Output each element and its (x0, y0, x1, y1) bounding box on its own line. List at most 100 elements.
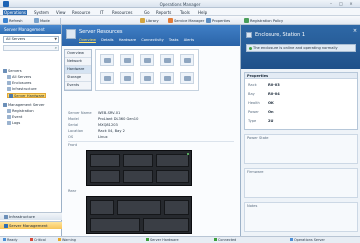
tree-item-servers[interactable]: Servers (3, 69, 22, 74)
properties-panel: Properties Rack R0-03 Bay R0-04 Health OK P… (244, 72, 358, 130)
menu-it[interactable]: IT (100, 10, 104, 15)
prop-value: R0-04 (268, 92, 280, 96)
infrastructure-icon (4, 214, 8, 219)
resource-tile[interactable] (140, 72, 154, 84)
service-icon (168, 17, 173, 23)
server-icon (66, 29, 76, 39)
prop-health: Health OK (248, 100, 274, 106)
menu-system[interactable]: System (34, 10, 49, 15)
close-icon[interactable]: × (352, 28, 358, 34)
resource-tile[interactable] (120, 54, 134, 66)
resource-tile[interactable] (100, 72, 114, 84)
tree-item-server-hardware[interactable]: Server Hardware (7, 93, 47, 98)
registration-policy-button[interactable]: Registration Policy (244, 17, 284, 24)
tree-item-infrastructure[interactable]: Infrastructure (7, 87, 37, 92)
server-status-icon (290, 238, 293, 242)
firmware-section: Firmware (244, 168, 358, 198)
menu-resources[interactable]: Resources (112, 10, 132, 15)
tab-details[interactable]: Details (101, 38, 113, 42)
menu-bar: Operations System View Resource IT Resou… (0, 8, 360, 16)
status-item-label: Critical (34, 238, 46, 242)
wunderbar-server-management[interactable]: Server Management (0, 221, 62, 229)
tree-item-label: Registration (12, 109, 34, 113)
subnav-hardware[interactable]: Hardware (65, 66, 91, 74)
properties-label: Properties (212, 18, 231, 23)
mode-button[interactable]: Mode (34, 17, 50, 24)
info-icon (3, 238, 6, 242)
tree-item-label: Infrastructure (12, 87, 37, 91)
storage-icon (144, 58, 151, 63)
cpu-icon (144, 76, 151, 81)
tree-item-label: Servers (8, 69, 22, 73)
close-button[interactable]: × (347, 1, 355, 7)
prop-value: R0-03 (268, 83, 280, 87)
resource-tile[interactable] (180, 72, 194, 84)
refresh-button[interactable]: Refresh (3, 17, 23, 24)
resource-tile[interactable] (100, 54, 114, 66)
server-front-image (86, 150, 192, 186)
toolbar: Refresh Mode Library Service Manager Pro… (0, 16, 360, 25)
nav-search-input[interactable]: ⌕ (3, 45, 59, 51)
server-management-icon (4, 223, 8, 228)
main-title: Server Resources (79, 29, 123, 35)
registration-policy-label: Registration Policy (250, 18, 284, 23)
tab-hardware[interactable]: Hardware (119, 38, 136, 42)
resource-tile[interactable] (180, 54, 194, 66)
library-button[interactable]: Library (140, 17, 159, 24)
minimize-button[interactable]: – (327, 1, 335, 7)
menu-help[interactable]: Help (198, 10, 207, 15)
tree-item-label: Enclosures (12, 81, 32, 85)
subnav-network[interactable]: Network (65, 58, 91, 66)
sub-navigation: Overview Network Hardware Storage Events (64, 49, 92, 91)
io-panel (90, 218, 140, 232)
subnav-overview[interactable]: Overview (65, 50, 91, 58)
rack-icon (104, 76, 111, 81)
status-warning[interactable]: Warning (58, 238, 76, 243)
tree-item-logs[interactable]: Logs (7, 121, 20, 126)
tree-item-registration[interactable]: Registration (7, 109, 34, 114)
scope-select[interactable]: All Servers ▼ (3, 36, 59, 43)
maximize-button[interactable]: □ (337, 1, 345, 7)
mode-icon (34, 17, 39, 23)
wunderbar-infrastructure[interactable]: Infrastructure (0, 212, 62, 220)
tree-item-enclosures[interactable]: Enclosures (7, 81, 31, 86)
tree-item-all-servers[interactable]: All Servers (7, 75, 31, 80)
disk-icon (184, 76, 191, 81)
field-value: Rack 04, Bay 2 (98, 129, 125, 133)
tab-connectivity[interactable]: Connectivity (141, 38, 164, 42)
subnav-events[interactable]: Events (65, 82, 91, 90)
tab-overview[interactable]: Overview (79, 38, 96, 42)
status-item-label: Server Hardware (150, 238, 179, 242)
prop-key: Power (248, 110, 259, 114)
resource-tile[interactable] (160, 72, 174, 84)
tab-alerts[interactable]: Alerts (184, 38, 194, 42)
critical-icon (30, 238, 33, 242)
menu-operations[interactable]: Operations (3, 9, 27, 15)
service-manager-button[interactable]: Service Manager (168, 17, 204, 24)
psu-bay (164, 200, 189, 215)
server-icon (7, 75, 11, 79)
wunderbar-label: Infrastructure (9, 214, 35, 219)
menu-go[interactable]: Go (144, 10, 150, 15)
resource-tile[interactable] (140, 54, 154, 66)
resource-tile[interactable] (160, 54, 174, 66)
menu-tools[interactable]: Tools (180, 10, 190, 15)
menu-reports[interactable]: Reports (156, 10, 171, 15)
prop-key: Rack (248, 83, 257, 87)
title-bar: Operations Manager – □ × (0, 0, 360, 8)
registration-icon (7, 109, 11, 113)
tab-tasks[interactable]: Tasks (169, 38, 179, 42)
menu-view[interactable]: View (56, 10, 66, 15)
tree-item-event[interactable]: Event (7, 115, 22, 120)
menu-resource[interactable]: Resource (72, 10, 90, 15)
field-value: Linux (98, 135, 108, 139)
status-critical[interactable]: Critical (30, 238, 46, 243)
subnav-storage[interactable]: Storage (65, 74, 91, 82)
folder-icon (3, 69, 7, 73)
section-title: Notes (247, 204, 258, 208)
divider (68, 141, 234, 142)
tree-item-management-server[interactable]: Management Server (3, 103, 45, 108)
resource-tile[interactable] (120, 72, 134, 84)
library-label: Library (146, 18, 159, 23)
properties-button[interactable]: Properties (206, 17, 231, 24)
